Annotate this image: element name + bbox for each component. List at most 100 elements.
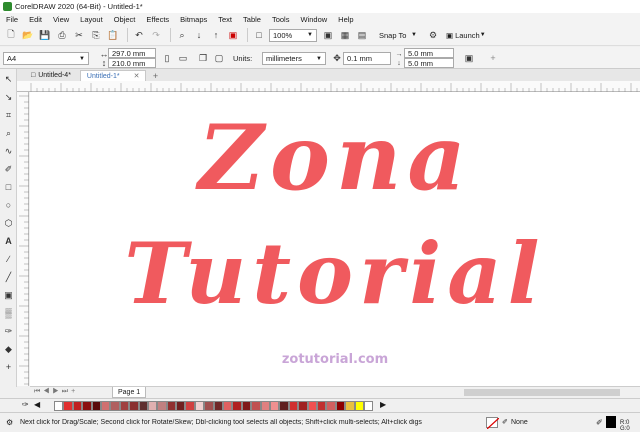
rectangle-tool-icon[interactable]: □ [0,178,17,196]
artistic-media-tool-icon[interactable]: ✐ [0,160,17,178]
tutorial-text-object[interactable]: Tutorial [30,224,640,324]
ellipse-tool-icon[interactable]: ○ [0,196,17,214]
landscape-icon[interactable]: ▭ [176,51,190,65]
palette-swatch[interactable] [307,401,317,411]
palette-swatch[interactable] [251,401,261,411]
palette-swatch[interactable] [129,401,139,411]
export-icon[interactable]: ↑ [209,28,223,42]
drawing-canvas[interactable]: Zona Tutorial zotutorial.com [30,92,640,386]
menu-file[interactable]: File [6,15,18,24]
page-size-select[interactable]: A4 ▼ [3,52,89,65]
palette-arrow-icon[interactable]: ◀ [34,400,40,409]
duplicate-y-input[interactable]: 5.0 mm [404,58,454,68]
copy-icon[interactable]: ⎘ [89,28,103,42]
page-height-input[interactable]: 210.0 mm [108,58,156,68]
palette-swatch[interactable] [82,401,92,411]
palette-swatch[interactable] [91,401,101,411]
menu-tools[interactable]: Tools [272,15,290,24]
palette-swatch[interactable] [232,401,242,411]
options-gear-icon[interactable]: ⚙ [426,28,440,42]
paste-icon[interactable]: 📋 [106,28,120,42]
all-pages-icon[interactable]: ❐ [196,51,210,65]
cut-icon[interactable]: ✂ [72,28,86,42]
menu-effects[interactable]: Effects [146,15,169,24]
palette-swatch[interactable] [166,401,177,411]
menu-text[interactable]: Text [218,15,232,24]
palette-swatch[interactable] [345,401,355,411]
page-options-icon[interactable]: ▣ [462,51,476,65]
vertical-ruler[interactable] [17,92,29,386]
page-1-tab[interactable]: Page 1 [112,387,147,398]
palette-swatch[interactable] [63,401,73,411]
palette-swatch[interactable] [260,401,270,411]
close-tab-icon[interactable]: ✕ [134,72,140,80]
add-icon[interactable]: + [486,51,500,65]
menu-window[interactable]: Window [300,15,327,24]
palette-swatch[interactable] [176,401,186,411]
save-icon[interactable]: 💾 [38,28,52,42]
new-tab-icon[interactable]: + [149,70,161,81]
parallel-dimension-tool-icon[interactable]: ∕ [0,250,17,268]
tab-untitled-4[interactable]: □ Untitled-4* [25,70,77,81]
redo-icon[interactable]: ↷ [149,28,163,42]
full-screen-icon[interactable]: ▣ [321,28,335,42]
add-tool-icon[interactable]: + [0,358,17,376]
polygon-tool-icon[interactable]: ⬡ [0,214,17,232]
text-tool-icon[interactable]: A [0,232,17,250]
grid-icon[interactable]: ▤ [355,28,369,42]
menu-layout[interactable]: Layout [80,15,103,24]
transparency-tool-icon[interactable]: ▒ [0,304,17,322]
current-page-icon[interactable]: ▢ [212,51,226,65]
snap-to-dropdown[interactable]: Snap To ▼ [376,29,420,42]
menu-view[interactable]: View [53,15,69,24]
palette-swatch[interactable] [213,401,224,411]
palette-swatch[interactable] [241,401,252,411]
palette-scroll-icon[interactable]: ▶ [380,400,386,409]
menu-table[interactable]: Table [243,15,261,24]
outline-pen-status-icon[interactable]: ✐ [596,418,603,427]
drop-shadow-tool-icon[interactable]: ▣ [0,286,17,304]
palette-swatch[interactable] [335,401,346,411]
palette-swatch[interactable] [110,401,120,411]
menu-edit[interactable]: Edit [29,15,42,24]
duplicate-x-input[interactable]: 5.0 mm [404,48,454,58]
freehand-tool-icon[interactable]: ∿ [0,142,17,160]
palette-swatch[interactable] [54,401,64,411]
palette-swatch[interactable] [288,401,299,411]
palette-swatch[interactable] [100,401,111,411]
pick-tool-icon[interactable]: ↖ [0,70,17,88]
menu-help[interactable]: Help [338,15,353,24]
palette-swatch[interactable] [138,401,148,411]
eyedropper-icon[interactable]: ✑ [22,400,29,409]
horizontal-ruler[interactable] [17,81,640,92]
palette-swatch[interactable] [354,401,364,411]
print-icon[interactable]: ⎙ [55,28,69,42]
palette-swatch[interactable] [157,401,167,411]
horizontal-scrollbar[interactable] [464,389,620,396]
menu-bitmaps[interactable]: Bitmaps [180,15,207,24]
zoom-tool-icon[interactable]: ⌕ [0,124,17,142]
menu-object[interactable]: Object [114,15,136,24]
palette-swatch[interactable] [363,401,374,411]
new-document-icon[interactable]: 🗋 [4,28,18,42]
outline-pen-icon[interactable]: ✐ [502,418,508,426]
palette-swatch[interactable] [223,401,233,411]
palette-swatch[interactable] [119,401,130,411]
palette-swatch[interactable] [194,401,205,411]
launch-dropdown[interactable]: ▣ Launch ▼ [443,29,487,42]
palette-swatch[interactable] [72,401,83,411]
palette-swatch[interactable] [279,401,289,411]
palette-swatch[interactable] [204,401,214,411]
import-icon[interactable]: ↓ [192,28,206,42]
interactive-fill-tool-icon[interactable]: ◆ [0,340,17,358]
zoom-level-select[interactable]: 100% ▼ [269,28,317,42]
zona-text-object[interactable]: Zona [30,108,640,208]
search-content-icon[interactable]: ⌕ [175,28,189,42]
undo-icon[interactable]: ↶ [132,28,146,42]
units-select[interactable]: millimeters ▼ [262,52,326,65]
page-width-input[interactable]: 297.0 mm [108,48,156,58]
connector-tool-icon[interactable]: ╱ [0,268,17,286]
rulers-icon[interactable]: ▦ [338,28,352,42]
palette-swatch[interactable] [185,401,195,411]
page-nav-buttons-icon[interactable]: ⏮◀▶⏭+ [34,388,78,396]
